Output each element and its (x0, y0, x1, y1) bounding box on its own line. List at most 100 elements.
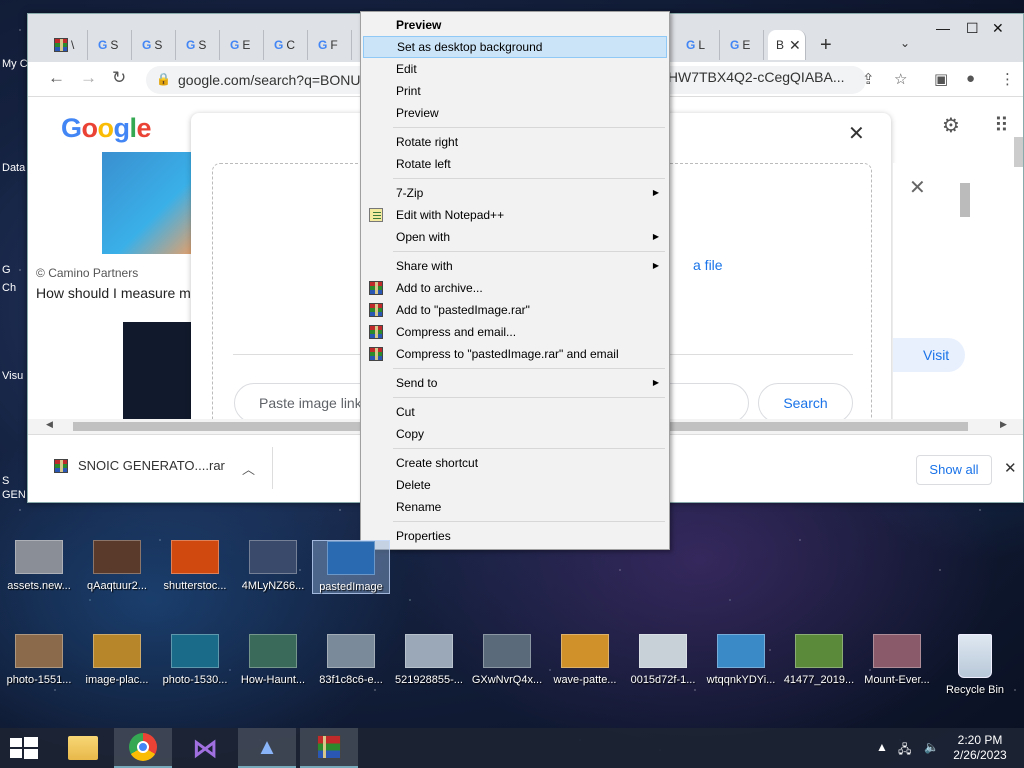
image-thumbnail (717, 634, 765, 668)
submenu-arrow-icon: ▶ (652, 188, 659, 197)
scroll-right-icon[interactable]: ▶ (1000, 419, 1007, 430)
menu-item-open-with[interactable]: Open with ▶ (363, 226, 667, 248)
menu-item-set-as-desktop-background[interactable]: Set as desktop background (363, 36, 667, 58)
reload-icon[interactable]: ↻ (112, 68, 126, 88)
menu-item-add-to-archive[interactable]: Add to archive... (363, 277, 667, 299)
menu-item-delete[interactable]: Delete (363, 474, 667, 496)
browser-tab[interactable]: GE (722, 30, 764, 60)
desktop-file-icon[interactable]: wave-patte... (546, 634, 624, 686)
menu-item-share-with[interactable]: Share with ▶ (363, 255, 667, 277)
desktop-file-icon[interactable]: 83f1c8c6-e... (312, 634, 390, 686)
menu-item-rotate-left[interactable]: Rotate left (363, 153, 667, 175)
recycle-bin-icon[interactable]: Recycle Bin (936, 634, 1014, 696)
google-logo[interactable]: Google (61, 113, 152, 144)
desktop-file-icon[interactable]: image-plac... (78, 634, 156, 686)
close-tab-icon[interactable]: ✕ (789, 37, 801, 54)
upload-file-link[interactable]: a file (693, 257, 723, 273)
page-scrollbar-thumb[interactable] (1014, 137, 1023, 167)
app-taskbar[interactable]: ▲ (238, 728, 296, 768)
winrar-taskbar[interactable] (300, 728, 358, 768)
menu-item-preview[interactable]: Preview (363, 102, 667, 124)
menu-item-copy[interactable]: Copy (363, 423, 667, 445)
show-all-button[interactable]: Show all (916, 455, 992, 485)
desktop-file-icon[interactable]: qAaqtuur2... (78, 540, 156, 592)
menu-item-create-shortcut[interactable]: Create shortcut (363, 452, 667, 474)
desktop-file-icon[interactable]: shutterstoc... (156, 540, 234, 592)
desktop-file-icon[interactable]: GXwNvrQ4x... (468, 634, 546, 686)
desktop-file-icon[interactable]: 41477_2019... (780, 634, 858, 686)
desktop-file-icon[interactable]: How-Haunt... (234, 634, 312, 686)
desktop-file-icon[interactable]: Mount-Ever... (858, 634, 936, 686)
result-thumbnail[interactable] (102, 152, 194, 254)
menu-item-cut[interactable]: Cut (363, 401, 667, 423)
chrome-taskbar[interactable] (114, 728, 172, 768)
browser-tab[interactable]: GS (178, 30, 220, 60)
network-icon[interactable]: 🖧 (898, 740, 911, 761)
menu-item-print[interactable]: Print (363, 80, 667, 102)
close-dialog-icon[interactable]: ✕ (848, 121, 865, 146)
desktop-file-icon[interactable]: pastedImage (312, 540, 390, 594)
start-button[interactable] (10, 737, 38, 762)
download-item[interactable]: SNOIC GENERATO....rar (54, 458, 225, 473)
menu-item-preview[interactable]: Preview (363, 14, 667, 36)
back-icon[interactable]: ← (48, 68, 65, 88)
search-button[interactable]: Search (758, 383, 853, 419)
menu-icon[interactable]: ⋮ (1000, 70, 1015, 88)
page-scrollbar[interactable] (1013, 112, 1023, 419)
bookmark-star-icon[interactable]: ☆ (894, 70, 907, 88)
browser-tab[interactable]: GS (134, 30, 176, 60)
result-caption[interactable]: How should I measure m (36, 285, 191, 301)
menu-separator (393, 521, 665, 522)
maximize-icon[interactable]: ☐ (966, 20, 979, 37)
minimize-icon[interactable]: — (936, 20, 950, 36)
file-explorer-taskbar[interactable] (54, 728, 112, 768)
share-icon[interactable]: ⇪ (862, 70, 875, 88)
menu-item-rename[interactable]: Rename (363, 496, 667, 518)
browser-tab[interactable]: GL (678, 30, 720, 60)
browser-tab[interactable]: GS (90, 30, 132, 60)
desktop-file-icon[interactable]: 521928855-... (390, 634, 468, 686)
inner-scrollbar[interactable] (958, 180, 974, 419)
active-tab[interactable]: B ✕ (768, 30, 806, 60)
desktop-file-icon[interactable]: 0015d72f-1... (624, 634, 702, 686)
image-thumbnail (171, 634, 219, 668)
desktop-file-icon[interactable]: assets.new... (0, 540, 78, 592)
menu-item-add-to-pastedimage-rar[interactable]: Add to "pastedImage.rar" (363, 299, 667, 321)
browser-tab[interactable]: GF (310, 30, 352, 60)
desktop-file-icon[interactable]: wtqqnkYDYi... (702, 634, 780, 686)
settings-gear-icon[interactable]: ⚙ (942, 113, 960, 138)
google-apps-icon[interactable]: ⠿ (994, 113, 1009, 138)
inner-scrollbar-thumb[interactable] (960, 183, 970, 217)
menu-item-edit-with-notepad[interactable]: Edit with Notepad++ (363, 204, 667, 226)
close-window-icon[interactable]: ✕ (992, 20, 1004, 37)
volume-icon[interactable]: 🔈 (924, 740, 939, 754)
new-tab-icon[interactable]: + (820, 34, 832, 57)
menu-item-7-zip[interactable]: 7-Zip ▶ (363, 182, 667, 204)
menu-item-rotate-right[interactable]: Rotate right (363, 131, 667, 153)
browser-tab[interactable]: GE (222, 30, 264, 60)
menu-item-label: Properties (396, 529, 451, 543)
download-options-chevron-icon[interactable]: ︿ (242, 459, 255, 478)
menu-item-properties[interactable]: Properties (363, 525, 667, 547)
desktop-file-icon[interactable]: photo-1530... (156, 634, 234, 686)
menu-item-edit[interactable]: Edit (363, 58, 667, 80)
tab-search-chevron-icon[interactable]: ⌄ (900, 36, 910, 50)
desktop-file-icon[interactable]: photo-1551... (0, 634, 78, 686)
scroll-left-icon[interactable]: ◀ (46, 419, 53, 430)
menu-item-compress-to-pastedimage-rar-and-email[interactable]: Compress to "pastedImage.rar" and email (363, 343, 667, 365)
menu-item-send-to[interactable]: Send to ▶ (363, 372, 667, 394)
result-thumbnail-2[interactable] (123, 322, 195, 419)
close-side-panel-icon[interactable]: ✕ (909, 175, 926, 200)
visual-studio-taskbar[interactable]: ⋈ (176, 728, 234, 768)
forward-icon[interactable]: → (80, 68, 97, 88)
profile-icon[interactable]: ● (966, 70, 975, 87)
visit-button[interactable]: Visit (893, 338, 965, 372)
close-downloads-icon[interactable]: ✕ (1004, 459, 1017, 477)
side-panel-icon[interactable]: ▣ (934, 70, 948, 88)
system-clock[interactable]: 2:20 PM 2/26/2023 (948, 733, 1012, 763)
menu-item-compress-and-email[interactable]: Compress and email... (363, 321, 667, 343)
desktop-file-icon[interactable]: 4MLyNZ66... (234, 540, 312, 592)
show-hidden-icons-icon[interactable]: ▲ (876, 740, 888, 754)
browser-tab[interactable]: \ (46, 30, 88, 60)
browser-tab[interactable]: GC (266, 30, 308, 60)
